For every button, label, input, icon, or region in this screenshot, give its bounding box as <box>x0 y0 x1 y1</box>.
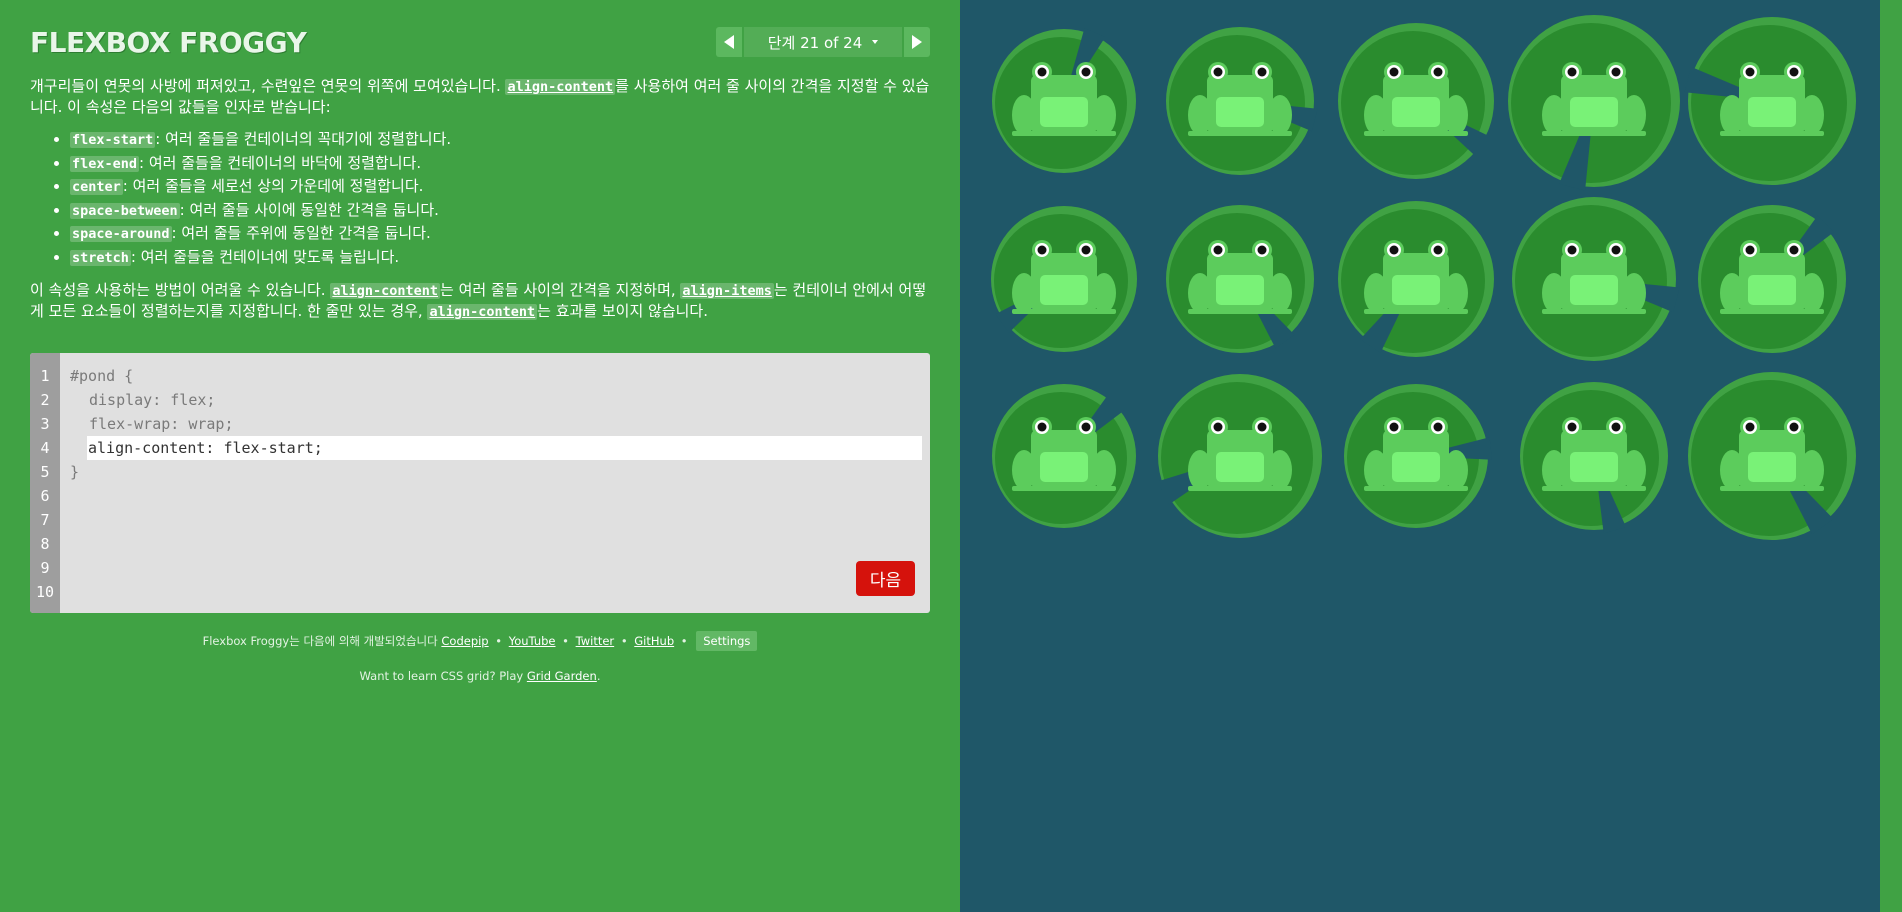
next-level-button[interactable] <box>904 27 930 57</box>
code-editor: 1 2 3 4 5 6 7 8 9 10 #pond { display: fl… <box>30 353 930 613</box>
code-input[interactable] <box>87 436 922 460</box>
list-item: space-between: 여러 줄들 사이에 동일한 간격을 둡니다. <box>70 200 930 221</box>
settings-button[interactable]: Settings <box>696 631 758 651</box>
instructions-intro: 개구리들이 연못의 사방에 퍼져있고, 수련잎은 연못의 위쪽에 모여있습니다.… <box>30 77 930 116</box>
codepip-link[interactable]: Codepip <box>441 634 488 648</box>
sidebar: FLEXBOX FROGGY 단계 21 of 24 개구리들이 연못의 사방에… <box>0 0 960 912</box>
credits: Flexbox Froggy는 다음에 의해 개발되었습니다 Codepip •… <box>0 631 960 651</box>
level-navigation: 단계 21 of 24 <box>716 27 930 57</box>
code-line: } <box>70 463 80 481</box>
instructions-note: 이 속성을 사용하는 방법이 어려울 수 있습니다. align-content… <box>30 280 927 320</box>
line-numbers: 1 2 3 4 5 6 7 8 9 10 <box>30 353 60 613</box>
arrow-left-icon <box>724 35 734 49</box>
list-item: space-around: 여러 줄들 주위에 동일한 간격을 둡니다. <box>70 223 930 244</box>
previous-level-button[interactable] <box>716 27 742 57</box>
list-item: flex-end: 여러 줄들을 컨테이너의 바닥에 정렬합니다. <box>70 153 930 174</box>
twitter-link[interactable]: Twitter <box>576 634 615 648</box>
pond-canvas <box>991 15 1856 540</box>
list-item: stretch: 여러 줄들을 컨테이너에 맞도록 늘립니다. <box>70 247 930 268</box>
next-button[interactable]: 다음 <box>856 561 915 596</box>
instructions: 개구리들이 연못의 사방에 퍼져있고, 수련잎은 연못의 위쪽에 모여있습니다.… <box>30 76 930 334</box>
values-list: flex-start: 여러 줄들을 컨테이너의 꼭대기에 정렬합니다. fle… <box>70 129 930 268</box>
list-item: flex-start: 여러 줄들을 컨테이너의 꼭대기에 정렬합니다. <box>70 129 930 150</box>
code-lines: #pond { display: flex; flex-wrap: wrap; … <box>70 364 922 484</box>
code-line: #pond { <box>70 367 134 385</box>
level-label: 단계 21 of 24 <box>767 33 863 52</box>
arrow-right-icon <box>912 35 922 49</box>
grid-garden-link[interactable]: Grid Garden <box>527 669 597 683</box>
logo: FLEXBOX FROGGY <box>30 26 307 59</box>
youtube-link[interactable]: YouTube <box>509 634 556 648</box>
code-line: display: flex; <box>89 391 216 409</box>
github-link[interactable]: GitHub <box>634 634 674 648</box>
code-line: flex-wrap: wrap; <box>89 415 234 433</box>
list-item: center: 여러 줄들을 세로선 상의 가운데에 정렬합니다. <box>70 176 930 197</box>
footer: Want to learn CSS grid? Play Grid Garden… <box>359 669 601 683</box>
level-indicator[interactable]: 단계 21 of 24 <box>744 27 902 57</box>
code-term: align-content <box>505 79 616 95</box>
caret-down-icon <box>872 40 879 44</box>
pond <box>960 0 1880 912</box>
